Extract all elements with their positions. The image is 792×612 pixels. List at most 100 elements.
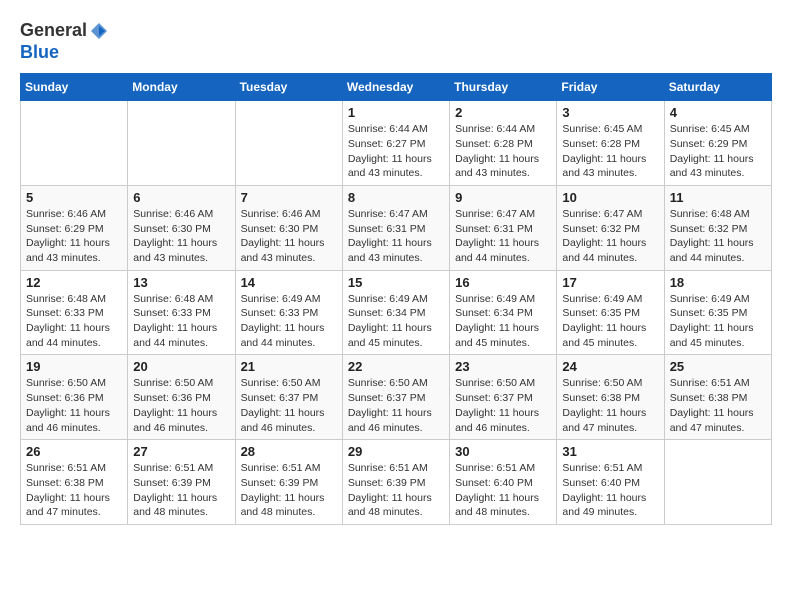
day-info: Sunrise: 6:47 AM Sunset: 6:32 PM Dayligh… xyxy=(562,207,658,266)
day-number: 9 xyxy=(455,190,551,205)
calendar-week-5: 26 Sunrise: 6:51 AM Sunset: 6:38 PM Dayli… xyxy=(21,440,772,525)
calendar-cell: 21 Sunrise: 6:50 AM Sunset: 6:37 PM Dayli… xyxy=(235,355,342,440)
day-info: Sunrise: 6:48 AM Sunset: 6:33 PM Dayligh… xyxy=(26,292,122,351)
weekday-header-row: SundayMondayTuesdayWednesdayThursdayFrid… xyxy=(21,74,772,101)
day-number: 8 xyxy=(348,190,444,205)
day-info: Sunrise: 6:50 AM Sunset: 6:37 PM Dayligh… xyxy=(348,376,444,435)
day-info: Sunrise: 6:46 AM Sunset: 6:30 PM Dayligh… xyxy=(133,207,229,266)
calendar-cell: 28 Sunrise: 6:51 AM Sunset: 6:39 PM Dayli… xyxy=(235,440,342,525)
day-number: 2 xyxy=(455,105,551,120)
weekday-header-saturday: Saturday xyxy=(664,74,771,101)
day-info: Sunrise: 6:50 AM Sunset: 6:38 PM Dayligh… xyxy=(562,376,658,435)
calendar-cell xyxy=(664,440,771,525)
day-number: 26 xyxy=(26,444,122,459)
day-number: 27 xyxy=(133,444,229,459)
day-info: Sunrise: 6:51 AM Sunset: 6:39 PM Dayligh… xyxy=(241,461,337,520)
calendar-cell: 24 Sunrise: 6:50 AM Sunset: 6:38 PM Dayli… xyxy=(557,355,664,440)
day-number: 29 xyxy=(348,444,444,459)
day-info: Sunrise: 6:51 AM Sunset: 6:38 PM Dayligh… xyxy=(26,461,122,520)
day-number: 23 xyxy=(455,359,551,374)
calendar-cell: 30 Sunrise: 6:51 AM Sunset: 6:40 PM Dayli… xyxy=(450,440,557,525)
day-number: 25 xyxy=(670,359,766,374)
calendar-cell: 12Sunrise: 6:48 AM Sunset: 6:33 PM Dayli… xyxy=(21,270,128,355)
calendar-cell: 22 Sunrise: 6:50 AM Sunset: 6:37 PM Dayli… xyxy=(342,355,449,440)
day-number: 30 xyxy=(455,444,551,459)
calendar-cell: 4 Sunrise: 6:45 AM Sunset: 6:29 PM Daylig… xyxy=(664,101,771,186)
calendar-cell xyxy=(21,101,128,186)
calendar-cell: 15 Sunrise: 6:49 AM Sunset: 6:34 PM Dayli… xyxy=(342,270,449,355)
day-number: 7 xyxy=(241,190,337,205)
calendar-cell: 27 Sunrise: 6:51 AM Sunset: 6:39 PM Dayli… xyxy=(128,440,235,525)
logo: General Blue xyxy=(20,20,109,63)
calendar-week-3: 12Sunrise: 6:48 AM Sunset: 6:33 PM Dayli… xyxy=(21,270,772,355)
day-number: 28 xyxy=(241,444,337,459)
day-number: 4 xyxy=(670,105,766,120)
day-number: 17 xyxy=(562,275,658,290)
calendar-cell: 14 Sunrise: 6:49 AM Sunset: 6:33 PM Dayli… xyxy=(235,270,342,355)
day-info: Sunrise: 6:49 AM Sunset: 6:35 PM Dayligh… xyxy=(562,292,658,351)
calendar-cell: 6 Sunrise: 6:46 AM Sunset: 6:30 PM Daylig… xyxy=(128,185,235,270)
calendar-cell: 10Sunrise: 6:47 AM Sunset: 6:32 PM Dayli… xyxy=(557,185,664,270)
weekday-header-thursday: Thursday xyxy=(450,74,557,101)
calendar-cell xyxy=(128,101,235,186)
day-number: 19 xyxy=(26,359,122,374)
day-info: Sunrise: 6:51 AM Sunset: 6:40 PM Dayligh… xyxy=(455,461,551,520)
day-number: 31 xyxy=(562,444,658,459)
day-number: 1 xyxy=(348,105,444,120)
day-info: Sunrise: 6:51 AM Sunset: 6:40 PM Dayligh… xyxy=(562,461,658,520)
day-info: Sunrise: 6:50 AM Sunset: 6:36 PM Dayligh… xyxy=(133,376,229,435)
day-info: Sunrise: 6:48 AM Sunset: 6:33 PM Dayligh… xyxy=(133,292,229,351)
calendar-week-4: 19 Sunrise: 6:50 AM Sunset: 6:36 PM Dayli… xyxy=(21,355,772,440)
day-info: Sunrise: 6:47 AM Sunset: 6:31 PM Dayligh… xyxy=(455,207,551,266)
calendar-week-2: 5Sunrise: 6:46 AM Sunset: 6:29 PM Daylig… xyxy=(21,185,772,270)
day-number: 6 xyxy=(133,190,229,205)
day-info: Sunrise: 6:45 AM Sunset: 6:29 PM Dayligh… xyxy=(670,122,766,181)
day-info: Sunrise: 6:51 AM Sunset: 6:39 PM Dayligh… xyxy=(348,461,444,520)
day-info: Sunrise: 6:49 AM Sunset: 6:33 PM Dayligh… xyxy=(241,292,337,351)
day-number: 14 xyxy=(241,275,337,290)
calendar-cell: 19 Sunrise: 6:50 AM Sunset: 6:36 PM Dayli… xyxy=(21,355,128,440)
calendar-week-1: 1 Sunrise: 6:44 AM Sunset: 6:27 PM Daylig… xyxy=(21,101,772,186)
calendar-cell: 25 Sunrise: 6:51 AM Sunset: 6:38 PM Dayli… xyxy=(664,355,771,440)
logo-general: General xyxy=(20,20,87,42)
page-header: General Blue xyxy=(20,20,772,63)
day-info: Sunrise: 6:48 AM Sunset: 6:32 PM Dayligh… xyxy=(670,207,766,266)
day-number: 11 xyxy=(670,190,766,205)
day-number: 24 xyxy=(562,359,658,374)
day-info: Sunrise: 6:50 AM Sunset: 6:37 PM Dayligh… xyxy=(455,376,551,435)
calendar-table: SundayMondayTuesdayWednesdayThursdayFrid… xyxy=(20,73,772,525)
day-number: 16 xyxy=(455,275,551,290)
weekday-header-monday: Monday xyxy=(128,74,235,101)
day-info: Sunrise: 6:49 AM Sunset: 6:35 PM Dayligh… xyxy=(670,292,766,351)
calendar-cell: 23 Sunrise: 6:50 AM Sunset: 6:37 PM Dayli… xyxy=(450,355,557,440)
calendar-cell: 16 Sunrise: 6:49 AM Sunset: 6:34 PM Dayli… xyxy=(450,270,557,355)
day-info: Sunrise: 6:51 AM Sunset: 6:39 PM Dayligh… xyxy=(133,461,229,520)
day-info: Sunrise: 6:47 AM Sunset: 6:31 PM Dayligh… xyxy=(348,207,444,266)
day-info: Sunrise: 6:50 AM Sunset: 6:36 PM Dayligh… xyxy=(26,376,122,435)
day-info: Sunrise: 6:49 AM Sunset: 6:34 PM Dayligh… xyxy=(455,292,551,351)
calendar-cell: 29 Sunrise: 6:51 AM Sunset: 6:39 PM Dayli… xyxy=(342,440,449,525)
day-number: 22 xyxy=(348,359,444,374)
calendar-cell: 13 Sunrise: 6:48 AM Sunset: 6:33 PM Dayli… xyxy=(128,270,235,355)
calendar-cell: 9 Sunrise: 6:47 AM Sunset: 6:31 PM Daylig… xyxy=(450,185,557,270)
calendar-cell: 11 Sunrise: 6:48 AM Sunset: 6:32 PM Dayli… xyxy=(664,185,771,270)
calendar-cell: 26 Sunrise: 6:51 AM Sunset: 6:38 PM Dayli… xyxy=(21,440,128,525)
calendar-cell: 1 Sunrise: 6:44 AM Sunset: 6:27 PM Daylig… xyxy=(342,101,449,186)
day-info: Sunrise: 6:46 AM Sunset: 6:30 PM Dayligh… xyxy=(241,207,337,266)
day-number: 5 xyxy=(26,190,122,205)
calendar-cell: 17 Sunrise: 6:49 AM Sunset: 6:35 PM Dayli… xyxy=(557,270,664,355)
weekday-header-sunday: Sunday xyxy=(21,74,128,101)
day-info: Sunrise: 6:44 AM Sunset: 6:27 PM Dayligh… xyxy=(348,122,444,181)
day-info: Sunrise: 6:49 AM Sunset: 6:34 PM Dayligh… xyxy=(348,292,444,351)
day-number: 18 xyxy=(670,275,766,290)
day-number: 13 xyxy=(133,275,229,290)
day-info: Sunrise: 6:50 AM Sunset: 6:37 PM Dayligh… xyxy=(241,376,337,435)
calendar-cell: 18 Sunrise: 6:49 AM Sunset: 6:35 PM Dayli… xyxy=(664,270,771,355)
calendar-cell: 2Sunrise: 6:44 AM Sunset: 6:28 PM Daylig… xyxy=(450,101,557,186)
calendar-cell: 31 Sunrise: 6:51 AM Sunset: 6:40 PM Dayli… xyxy=(557,440,664,525)
day-number: 15 xyxy=(348,275,444,290)
day-number: 21 xyxy=(241,359,337,374)
day-info: Sunrise: 6:51 AM Sunset: 6:38 PM Dayligh… xyxy=(670,376,766,435)
weekday-header-wednesday: Wednesday xyxy=(342,74,449,101)
calendar-cell: 3Sunrise: 6:45 AM Sunset: 6:28 PM Daylig… xyxy=(557,101,664,186)
